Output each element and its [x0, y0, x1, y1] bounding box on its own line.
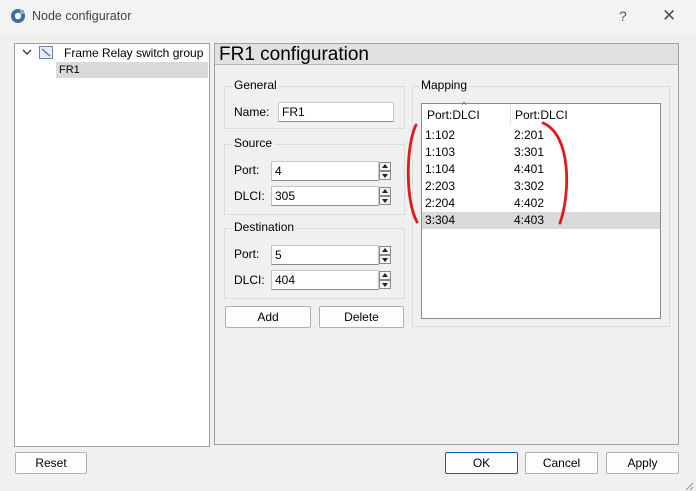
- spin-up-icon[interactable]: [379, 246, 391, 255]
- spin-up-icon[interactable]: [379, 271, 391, 280]
- app-icon: [11, 9, 25, 23]
- destination-dlci-input[interactable]: 404: [271, 270, 379, 290]
- spin-down-icon[interactable]: [379, 255, 391, 264]
- add-button[interactable]: Add: [225, 306, 311, 328]
- name-label: Name:: [234, 105, 270, 119]
- close-button[interactable]: ✕: [662, 6, 676, 26]
- spin-down-icon[interactable]: [379, 196, 391, 205]
- mapping-title: Mapping: [419, 78, 470, 92]
- source-port-input[interactable]: 4: [271, 161, 379, 181]
- source-dlci-input[interactable]: 305: [271, 186, 379, 206]
- panel-title: FR1 configuration: [219, 44, 369, 65]
- window-title: Node configurator: [32, 9, 132, 23]
- source-port-label: Port:: [234, 163, 260, 177]
- apply-button[interactable]: Apply: [606, 452, 679, 474]
- name-input[interactable]: FR1: [278, 102, 394, 122]
- general-title: General: [232, 78, 279, 92]
- tree-item-fr1[interactable]: FR1: [56, 62, 208, 78]
- ok-button[interactable]: OK: [445, 452, 518, 474]
- resize-grip-icon[interactable]: [684, 481, 694, 491]
- spin-up-icon[interactable]: [379, 162, 391, 171]
- source-title: Source: [232, 136, 275, 150]
- cancel-button[interactable]: Cancel: [525, 452, 598, 474]
- destination-port-input[interactable]: 5: [271, 245, 379, 265]
- delete-button[interactable]: Delete: [319, 306, 404, 328]
- node-tree[interactable]: Frame Relay switch group FR1: [14, 43, 210, 447]
- source-port-spinner[interactable]: [379, 162, 391, 180]
- destination-port-label: Port:: [234, 247, 260, 261]
- source-dlci-label: DLCI:: [234, 189, 265, 203]
- destination-port-spinner[interactable]: [379, 246, 391, 264]
- panel-title-bar: FR1 configuration: [215, 44, 678, 65]
- help-button[interactable]: ?: [619, 8, 627, 24]
- spin-down-icon[interactable]: [379, 280, 391, 289]
- tree-item-label: FR1: [59, 64, 80, 76]
- tree-item-frame-relay-group[interactable]: Frame Relay switch group: [64, 46, 203, 60]
- destination-dlci-label: DLCI:: [234, 273, 265, 287]
- spin-down-icon[interactable]: [379, 171, 391, 180]
- destination-dlci-spinner[interactable]: [379, 271, 391, 289]
- destination-title: Destination: [232, 220, 297, 234]
- frame-relay-switch-icon: [39, 46, 53, 59]
- annotation-brackets: [406, 121, 569, 225]
- source-dlci-spinner[interactable]: [379, 187, 391, 205]
- reset-button[interactable]: Reset: [15, 452, 87, 474]
- spin-up-icon[interactable]: [379, 187, 391, 196]
- sort-ascending-icon: ^: [462, 100, 467, 110]
- chevron-down-icon[interactable]: [21, 47, 33, 57]
